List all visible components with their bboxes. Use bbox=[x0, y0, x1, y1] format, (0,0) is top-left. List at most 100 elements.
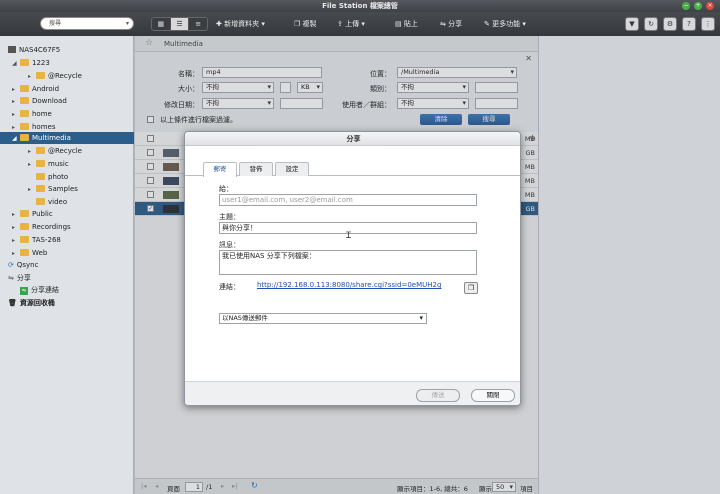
folder-icon bbox=[36, 160, 45, 167]
paste-label: 貼上 bbox=[403, 20, 418, 28]
chevron-right-icon[interactable]: ▸ bbox=[12, 222, 20, 234]
sidebar-item-video[interactable]: video bbox=[36, 196, 67, 208]
chevron-right-icon[interactable]: ▸ bbox=[28, 159, 36, 171]
folder-icon bbox=[36, 173, 45, 180]
info-icon[interactable]: ? bbox=[682, 17, 696, 31]
wrench-icon: ✎ bbox=[484, 20, 490, 28]
upload-button[interactable]: ⇪ 上傳 ▾ bbox=[337, 17, 365, 31]
sidebar-item-recycle-bin[interactable]: 🗑 資源回收桶 bbox=[8, 297, 55, 309]
sidebar-item-tas268[interactable]: ▸ TAS-268 bbox=[12, 234, 61, 246]
sidebar-item-label: Web bbox=[32, 249, 48, 257]
search-placeholder: 搜尋 bbox=[49, 20, 62, 27]
minimize-icon[interactable]: − bbox=[682, 2, 690, 10]
sidebar-item-label: Download bbox=[32, 97, 67, 105]
title-bar: File Station 檔案總管 − + × bbox=[0, 0, 720, 12]
sidebar-item-recycle[interactable]: ▸ @Recycle bbox=[28, 70, 82, 82]
text-cursor-icon: Ɪ bbox=[346, 231, 352, 241]
upload-label: 上傳 bbox=[345, 20, 360, 28]
folder-icon bbox=[20, 249, 29, 256]
sidebar-item-label: Multimedia bbox=[32, 134, 71, 142]
chevron-right-icon[interactable]: ▸ bbox=[12, 109, 20, 121]
share-button[interactable]: ⇋ 分享 bbox=[440, 17, 462, 31]
chevron-right-icon[interactable]: ▸ bbox=[12, 209, 20, 221]
share-link[interactable]: http://192.168.0.113:8080/share.cgi?ssid… bbox=[257, 281, 441, 289]
copy-button[interactable]: ❐ 複製 bbox=[294, 17, 317, 31]
sidebar-item-label: Samples bbox=[48, 185, 78, 193]
close-button[interactable]: 關閉 bbox=[471, 389, 515, 402]
sidebar-item-multimedia[interactable]: ◢ Multimedia bbox=[0, 132, 134, 144]
dialog-title: 分享 bbox=[185, 132, 520, 146]
chevron-down-icon[interactable]: ◢ bbox=[12, 58, 20, 70]
sidebar-item-recordings[interactable]: ▸ Recordings bbox=[12, 221, 71, 233]
list-view-icon[interactable]: ☰ bbox=[170, 18, 190, 30]
folder-icon bbox=[20, 210, 29, 217]
sidebar-item-download[interactable]: ▸ Download bbox=[12, 95, 67, 107]
sidebar-item-label: @Recycle bbox=[48, 72, 82, 80]
folder-icon bbox=[36, 147, 45, 154]
copy-icon: ❐ bbox=[294, 20, 301, 28]
chevron-right-icon[interactable]: ▸ bbox=[28, 146, 36, 158]
filter-icon[interactable]: ▼ bbox=[625, 17, 639, 31]
chevron-right-icon[interactable]: ▸ bbox=[28, 71, 36, 83]
close-icon[interactable]: × bbox=[706, 2, 714, 10]
copy-link-icon[interactable]: ❐ bbox=[464, 282, 478, 294]
new-folder-label: 新增資料夾 bbox=[224, 20, 260, 28]
folder-icon bbox=[36, 198, 45, 205]
sidebar-item-photo[interactable]: photo bbox=[36, 171, 68, 183]
more-icon[interactable]: ⋮ bbox=[701, 17, 715, 31]
folder-icon bbox=[20, 85, 29, 92]
sidebar-item-web[interactable]: ▸ Web bbox=[12, 247, 47, 259]
sidebar-item-multimedia-recycle[interactable]: ▸ @Recycle bbox=[28, 145, 82, 157]
qsync-icon: ⟳ bbox=[8, 261, 14, 269]
search-options-icon[interactable]: ▾ bbox=[126, 18, 129, 29]
send-button[interactable]: 傳送 bbox=[416, 389, 460, 402]
copy-label: 複製 bbox=[302, 20, 317, 28]
nas-root[interactable]: NAS4C67F5 bbox=[8, 44, 60, 56]
sidebar-item-label: music bbox=[48, 160, 69, 168]
folder-icon bbox=[20, 97, 29, 104]
refresh-icon[interactable]: ↻ bbox=[644, 17, 658, 31]
sidebar-item-home[interactable]: ▸ home bbox=[12, 108, 52, 120]
more-label: 更多功能 bbox=[492, 20, 521, 28]
more-actions-button[interactable]: ✎ 更多功能 ▾ bbox=[484, 17, 526, 31]
sidebar-item-share-link[interactable]: ⇋ 分享連結 bbox=[20, 284, 59, 296]
sidebar-item-label: video bbox=[48, 198, 68, 206]
chevron-right-icon[interactable]: ▸ bbox=[12, 96, 20, 108]
detail-view-icon[interactable]: ≡ bbox=[189, 18, 207, 30]
new-folder-button[interactable]: ✚ 新增資料夾 ▾ bbox=[216, 17, 265, 31]
recycle-bin-label: 資源回收桶 bbox=[19, 299, 55, 307]
thumbnail-view-icon[interactable]: ▦ bbox=[152, 18, 171, 30]
share-label: 分享 bbox=[448, 20, 463, 28]
link-label: 連結： bbox=[219, 283, 240, 291]
dialog-footer: 傳送 關閉 bbox=[185, 381, 520, 405]
chevron-down-icon[interactable]: ◢ bbox=[12, 133, 20, 145]
tab-settings[interactable]: 設定 bbox=[275, 162, 309, 176]
sidebar-item-music[interactable]: ▸ music bbox=[28, 158, 69, 170]
sidebar-item-samples[interactable]: ▸ Samples bbox=[28, 183, 78, 195]
folder-icon bbox=[20, 236, 29, 243]
message-textarea[interactable]: 我已使用NAS 分享下列檔案： bbox=[219, 250, 477, 275]
chevron-right-icon[interactable]: ▸ bbox=[28, 184, 36, 196]
nas-name: NAS4C67F5 bbox=[19, 46, 61, 54]
qsync-label: Qsync bbox=[16, 261, 39, 269]
send-method-select[interactable]: 以NAS傳送郵件 bbox=[219, 313, 427, 324]
share-icon: ⇋ bbox=[8, 274, 14, 282]
sidebar-item-1223[interactable]: ◢ 1223 bbox=[12, 57, 50, 69]
paste-button[interactable]: ▤ 貼上 bbox=[395, 17, 418, 31]
folder-icon bbox=[20, 134, 29, 141]
sidebar-item-label: Android bbox=[32, 85, 60, 93]
to-input[interactable]: user1@email.com, user2@email.com bbox=[219, 194, 477, 206]
share-link-label: 分享連結 bbox=[31, 286, 59, 294]
tab-publish[interactable]: 發佈 bbox=[239, 162, 273, 176]
sidebar-item-android[interactable]: ▸ Android bbox=[12, 83, 59, 95]
sidebar-item-share[interactable]: ⇋ 分享 bbox=[8, 272, 31, 284]
chevron-right-icon[interactable]: ▸ bbox=[12, 235, 20, 247]
search-input[interactable]: 搜尋 ▾ bbox=[40, 17, 134, 30]
maximize-icon[interactable]: + bbox=[694, 2, 702, 10]
trash-icon: 🗑 bbox=[8, 299, 17, 307]
settings-icon[interactable]: ⚙ bbox=[663, 17, 677, 31]
sidebar-item-qsync[interactable]: ⟳ Qsync bbox=[8, 259, 38, 271]
server-icon bbox=[8, 46, 16, 53]
sidebar-item-public[interactable]: ▸ Public bbox=[12, 208, 53, 220]
tab-email[interactable]: 郵寄 bbox=[203, 162, 237, 177]
